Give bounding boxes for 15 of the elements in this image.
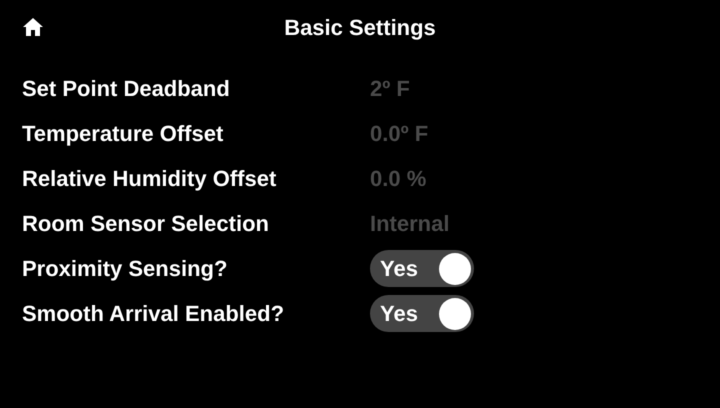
setting-label: Relative Humidity Offset — [22, 166, 278, 192]
setting-label: Smooth Arrival Enabled? — [22, 300, 286, 326]
setting-value[interactable]: Internal — [370, 210, 450, 236]
setting-label: Temperature Offset — [22, 120, 224, 146]
setting-value[interactable]: 0.0 % — [370, 166, 426, 192]
toggle-switch[interactable]: Yes — [370, 250, 474, 287]
toggle-switch[interactable]: Yes — [370, 295, 474, 332]
setting-label: Set Point Deadband — [22, 76, 231, 102]
home-button[interactable] — [22, 17, 44, 39]
setting-value[interactable]: 0.0º F — [370, 120, 428, 146]
setting-label: Room Sensor Selection — [22, 210, 270, 236]
setting-label: Proximity Sensing? — [22, 256, 228, 282]
setting-value[interactable]: 2º F — [370, 76, 410, 102]
screen-title: Basic Settings — [284, 15, 436, 41]
home-icon — [22, 17, 44, 37]
